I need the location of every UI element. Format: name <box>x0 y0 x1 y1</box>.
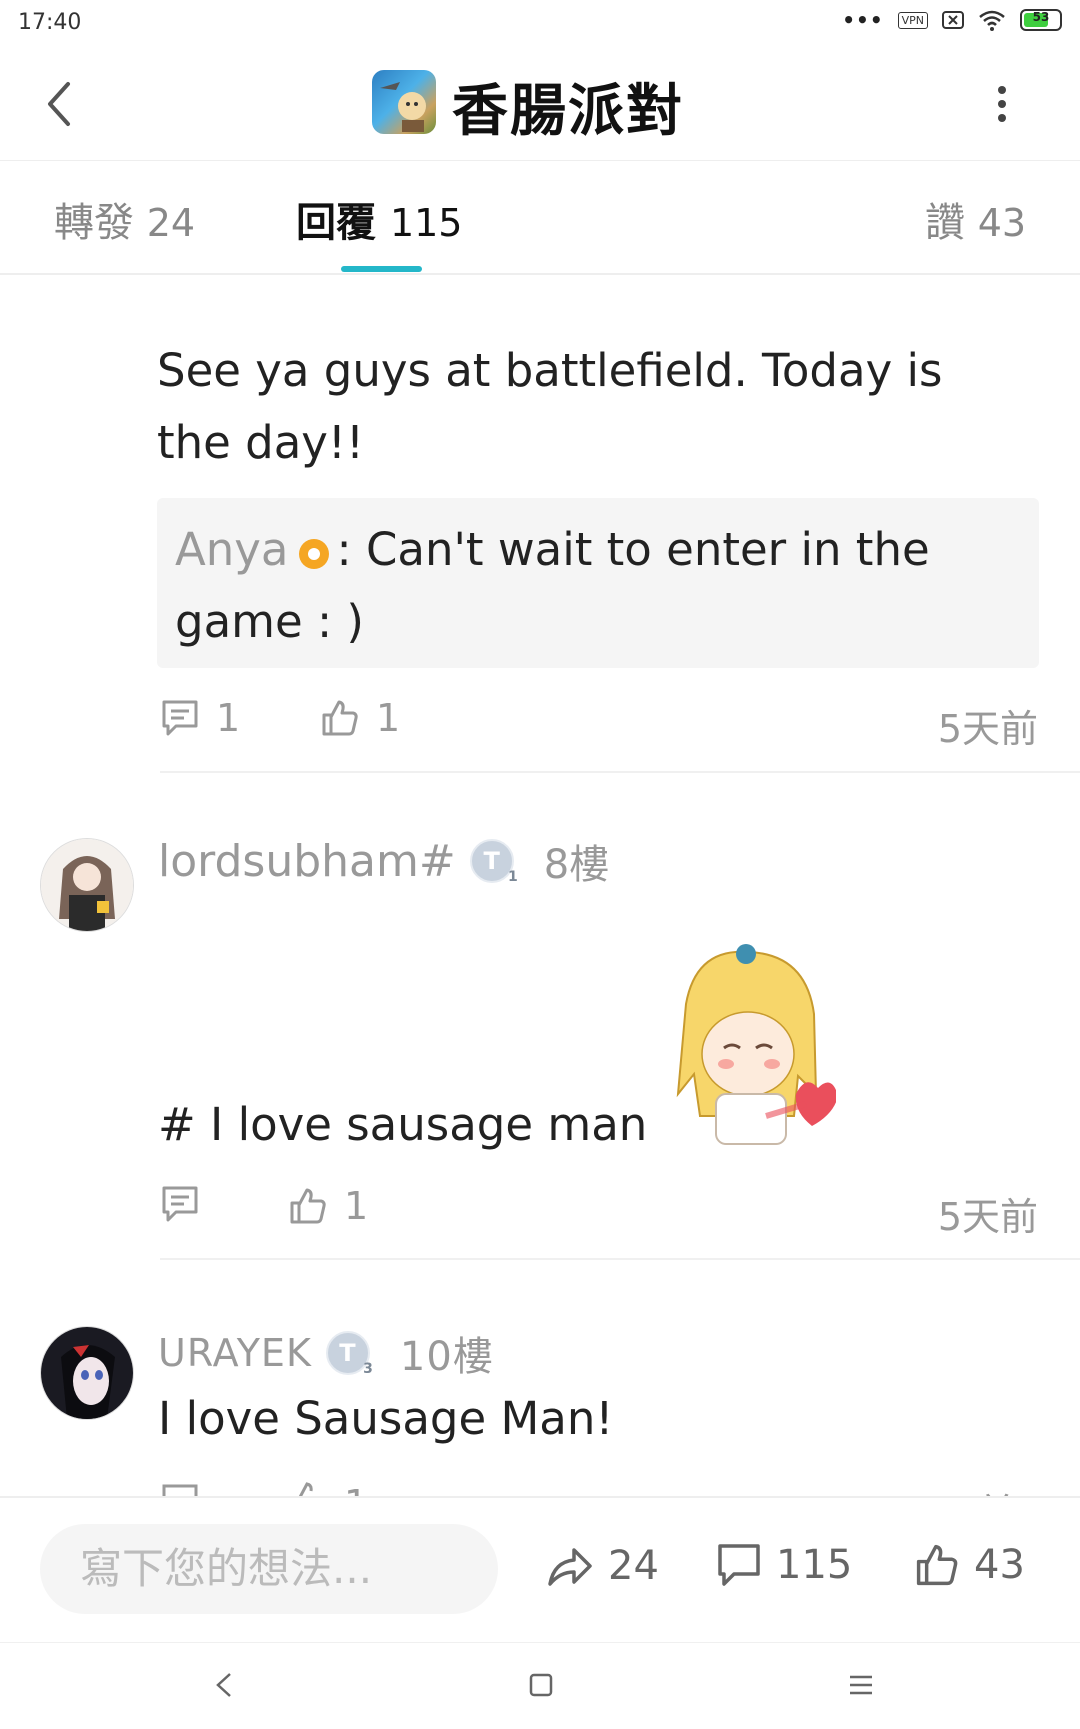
vpn-icon: VPN <box>897 11 928 29</box>
thumbs-up-icon <box>290 1188 326 1224</box>
dots-icon: ••• <box>842 8 884 32</box>
comment-author[interactable]: lordsubham# T1 8樓 <box>158 832 609 890</box>
tab-likes[interactable]: 讚 43 <box>925 190 1026 248</box>
floor-number: 8樓 <box>543 842 610 888</box>
status-time: 17:40 <box>18 10 82 35</box>
reply-button[interactable]: 115 <box>716 1542 852 1588</box>
avatar[interactable] <box>40 838 134 932</box>
quoted-reply-text: Anya: Can't wait to enter in the game : … <box>175 523 930 648</box>
quote-author[interactable]: Anya <box>175 523 289 576</box>
post-comment-button[interactable]: 1 <box>160 696 240 740</box>
user-level-badge-icon: T3 <box>325 1331 373 1377</box>
thumbs-up-icon <box>916 1544 958 1586</box>
back-icon[interactable] <box>40 76 80 132</box>
game-icon <box>372 70 436 134</box>
tab-active-indicator <box>341 266 422 272</box>
comment-timestamp: 5天前 <box>937 1195 1038 1239</box>
post-text: See ya guys at battlefield. Today is the… <box>157 344 943 469</box>
comment-input[interactable]: 寫下您的想法... <box>40 1524 498 1614</box>
page-title: 香腸派對 <box>452 79 684 144</box>
thumbs-up-icon <box>322 700 358 736</box>
battery-icon: 53 <box>1020 9 1062 31</box>
post-timestamp: 5天前 <box>937 707 1038 751</box>
comment-actions-partial: 1 5天前 <box>158 1482 1058 1496</box>
status-bar: 17:40 ••• VPN 53 <box>0 0 1080 50</box>
comment-icon <box>162 1484 198 1496</box>
divider <box>160 771 1080 773</box>
wifi-icon <box>979 10 1005 31</box>
post-like-button[interactable]: 1 <box>320 696 400 740</box>
avatar[interactable] <box>40 1326 134 1420</box>
floor-number: 10樓 <box>399 1334 494 1380</box>
thumbs-up-icon <box>298 1482 313 1496</box>
sim-icon <box>942 11 964 29</box>
nav-back-icon[interactable] <box>214 1670 234 1700</box>
comment-like-button[interactable]: 1 <box>288 1184 368 1228</box>
nav-home-icon[interactable] <box>528 1672 554 1698</box>
like-button[interactable]: 43 <box>914 1542 1025 1588</box>
share-icon <box>548 1548 592 1586</box>
verified-badge-icon <box>298 539 329 569</box>
sticker-image <box>666 944 838 1152</box>
status-icons: ••• VPN 53 <box>842 8 1062 32</box>
nav-menu-icon[interactable] <box>848 1674 874 1696</box>
divider <box>160 1258 1080 1260</box>
comment-icon <box>718 1544 760 1586</box>
comment-text: # I love sausage man <box>158 1098 648 1151</box>
comment-author[interactable]: URAYEK T3 10樓 <box>158 1324 494 1382</box>
comment-icon <box>162 700 198 736</box>
user-level-badge-icon: T1 <box>469 839 518 885</box>
tab-replies[interactable]: 回覆 115 <box>296 190 462 248</box>
comment-icon <box>162 1186 198 1222</box>
share-button[interactable]: 24 <box>546 1542 659 1590</box>
comment-text: I love Sausage Man! <box>158 1392 614 1445</box>
more-icon[interactable] <box>996 86 1008 122</box>
tab-reposts[interactable]: 轉發 24 <box>54 190 195 248</box>
comment-reply-button[interactable] <box>160 1184 200 1224</box>
